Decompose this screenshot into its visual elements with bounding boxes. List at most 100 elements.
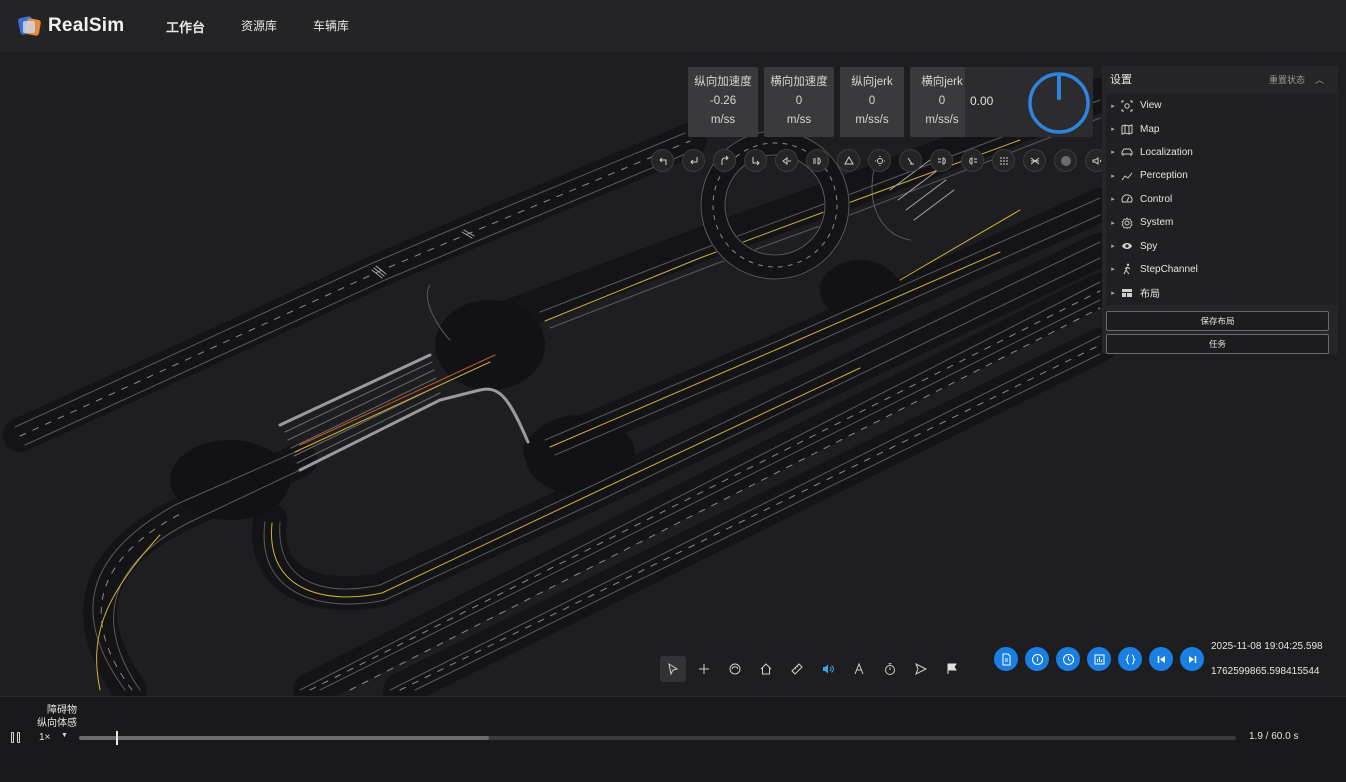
vehicle-signal-toolbar bbox=[651, 149, 1108, 172]
settings-title: 设置 bbox=[1110, 74, 1132, 86]
expand-arrow-icon: ▸ bbox=[1111, 266, 1115, 274]
gauge-unit: m/ss bbox=[710, 114, 736, 126]
reset-state-button[interactable]: 重置状态 bbox=[1269, 73, 1305, 86]
settings-item-label: Map bbox=[1140, 123, 1160, 135]
view-icon bbox=[1120, 100, 1134, 112]
task-button[interactable]: 任务 bbox=[1106, 333, 1329, 354]
settings-item-label: View bbox=[1140, 100, 1162, 112]
ruler-icon[interactable] bbox=[784, 656, 810, 682]
lane-change-right-icon[interactable] bbox=[1023, 149, 1046, 172]
save-layout-button[interactable]: 保存布局 bbox=[1106, 310, 1329, 331]
logo[interactable]: RealSim bbox=[16, 13, 134, 39]
settings-item-label: Spy bbox=[1140, 240, 1158, 252]
u-turn-left-icon[interactable] bbox=[682, 149, 705, 172]
nav-workbench[interactable]: 工作台 bbox=[148, 17, 223, 36]
settings-item-localization[interactable]: ▸ Localization bbox=[1106, 141, 1337, 164]
flag-icon[interactable] bbox=[939, 656, 965, 682]
playback-bar: 障碍物 纵向体感 1× ▼ 1.9 / 60.0 s bbox=[0, 696, 1346, 782]
settings-item-stepchannel[interactable]: ▸ StepChannel bbox=[1106, 258, 1337, 281]
gauge-label: 纵向jerk bbox=[851, 76, 893, 88]
main-nav: 工作台 资源库 车辆库 bbox=[148, 17, 367, 36]
record-icon[interactable] bbox=[1054, 149, 1077, 172]
plus-icon[interactable] bbox=[691, 656, 717, 682]
lane-change-left-icon[interactable] bbox=[992, 149, 1015, 172]
fog-rear-icon[interactable] bbox=[961, 149, 984, 172]
skip-back-icon[interactable] bbox=[1149, 647, 1173, 671]
settings-list: ▸ View ▸ Map ▸ Localization ▸ Perception… bbox=[1106, 94, 1337, 305]
speed-value: 0.00 bbox=[970, 94, 994, 108]
expand-arrow-icon: ▸ bbox=[1111, 219, 1115, 227]
gauge-unit: m/ss bbox=[786, 114, 812, 126]
gauge-value: -0.26 bbox=[709, 95, 737, 107]
speedometer-icon bbox=[1120, 193, 1134, 205]
text-icon[interactable] bbox=[846, 656, 872, 682]
gauge-value: 0 bbox=[795, 95, 803, 107]
nav-resources[interactable]: 资源库 bbox=[223, 17, 295, 36]
clock-icon[interactable] bbox=[1056, 647, 1080, 671]
pointer-icon[interactable] bbox=[660, 656, 686, 682]
horn-icon[interactable] bbox=[775, 149, 798, 172]
hazard-icon[interactable] bbox=[837, 149, 860, 172]
wiper-icon[interactable] bbox=[899, 149, 922, 172]
top-header: RealSim 工作台 资源库 车辆库 bbox=[0, 0, 1346, 52]
sound-icon[interactable] bbox=[815, 656, 841, 682]
collapse-chevron-icon[interactable]: ︿ bbox=[1315, 73, 1324, 86]
bar-chart-icon[interactable] bbox=[1087, 647, 1111, 671]
speed-panel: 0.00 bbox=[965, 67, 1093, 137]
braces-icon[interactable] bbox=[1118, 647, 1142, 671]
settings-item-control[interactable]: ▸ Control bbox=[1106, 188, 1337, 211]
path-icon[interactable] bbox=[722, 656, 748, 682]
settings-item-map[interactable]: ▸ Map bbox=[1106, 117, 1337, 140]
settings-item-system[interactable]: ▸ System bbox=[1106, 211, 1337, 234]
turn-left-icon[interactable] bbox=[651, 149, 674, 172]
skip-forward-icon[interactable] bbox=[1180, 647, 1204, 671]
layout-icon bbox=[1120, 287, 1134, 299]
speed-dial bbox=[1028, 72, 1090, 134]
document-icon[interactable] bbox=[994, 647, 1018, 671]
gauge-unit: m/ss/s bbox=[855, 114, 889, 126]
fog-front-icon[interactable] bbox=[930, 149, 953, 172]
gauge-longitudinal-accel: 纵向加速度 -0.26 m/ss bbox=[688, 67, 758, 137]
gauge-value: 0 bbox=[868, 95, 876, 107]
timestamp-datetime: 2025-11-08 19:04:25.598 bbox=[1211, 641, 1323, 652]
chart-line-icon bbox=[1120, 170, 1134, 182]
playback-rate[interactable]: 1× bbox=[39, 732, 50, 743]
timeline-slider[interactable] bbox=[79, 731, 1236, 745]
timestamp-epoch: 1762599865.598415544 bbox=[1211, 666, 1320, 677]
settings-item-label: System bbox=[1140, 217, 1174, 229]
turn-right-icon[interactable] bbox=[744, 149, 767, 172]
settings-item-label: Localization bbox=[1140, 146, 1193, 158]
expand-arrow-icon: ▸ bbox=[1111, 196, 1115, 204]
settings-item-label: StepChannel bbox=[1140, 263, 1198, 275]
info-icon[interactable] bbox=[1025, 647, 1049, 671]
light-icon[interactable] bbox=[868, 149, 891, 172]
timeline-thumb[interactable] bbox=[116, 731, 119, 745]
settings-item-perception[interactable]: ▸ Perception bbox=[1106, 164, 1337, 187]
nav-vehicles[interactable]: 车辆库 bbox=[295, 17, 367, 36]
settings-item-label: Perception bbox=[1140, 170, 1188, 182]
playback-time: 1.9 / 60.0 s bbox=[1249, 731, 1299, 742]
u-turn-right-icon[interactable] bbox=[713, 149, 736, 172]
gauge-label: 横向加速度 bbox=[770, 76, 828, 88]
map-tools bbox=[660, 656, 965, 682]
headlight-icon[interactable] bbox=[806, 149, 829, 172]
home-icon[interactable] bbox=[753, 656, 779, 682]
settings-panel: 设置 重置状态 ︿ ▸ View ▸ Map ▸ Localization ▸ bbox=[1102, 66, 1338, 354]
map-icon bbox=[1120, 123, 1134, 135]
settings-item-label: Control bbox=[1140, 193, 1173, 205]
walking-icon bbox=[1120, 263, 1134, 275]
app: RealSim 工作台 资源库 车辆库 纵向加速度 -0.26 m/ss 横向加… bbox=[0, 0, 1346, 782]
eye-icon bbox=[1120, 240, 1134, 252]
pause-icon[interactable] bbox=[11, 732, 20, 743]
timeline-buffered bbox=[79, 736, 489, 740]
settings-header: 设置 重置状态 ︿ bbox=[1102, 66, 1338, 92]
expand-arrow-icon: ▸ bbox=[1111, 243, 1115, 251]
timer-icon[interactable] bbox=[877, 656, 903, 682]
send-icon[interactable] bbox=[908, 656, 934, 682]
settings-item-spy[interactable]: ▸ Spy bbox=[1106, 234, 1337, 257]
settings-item-layout[interactable]: ▸ 布局 bbox=[1106, 281, 1337, 304]
expand-arrow-icon: ▸ bbox=[1111, 102, 1115, 110]
rate-dropdown-icon[interactable]: ▼ bbox=[61, 732, 68, 739]
settings-item-view[interactable]: ▸ View bbox=[1106, 94, 1337, 117]
action-buttons bbox=[994, 647, 1204, 671]
